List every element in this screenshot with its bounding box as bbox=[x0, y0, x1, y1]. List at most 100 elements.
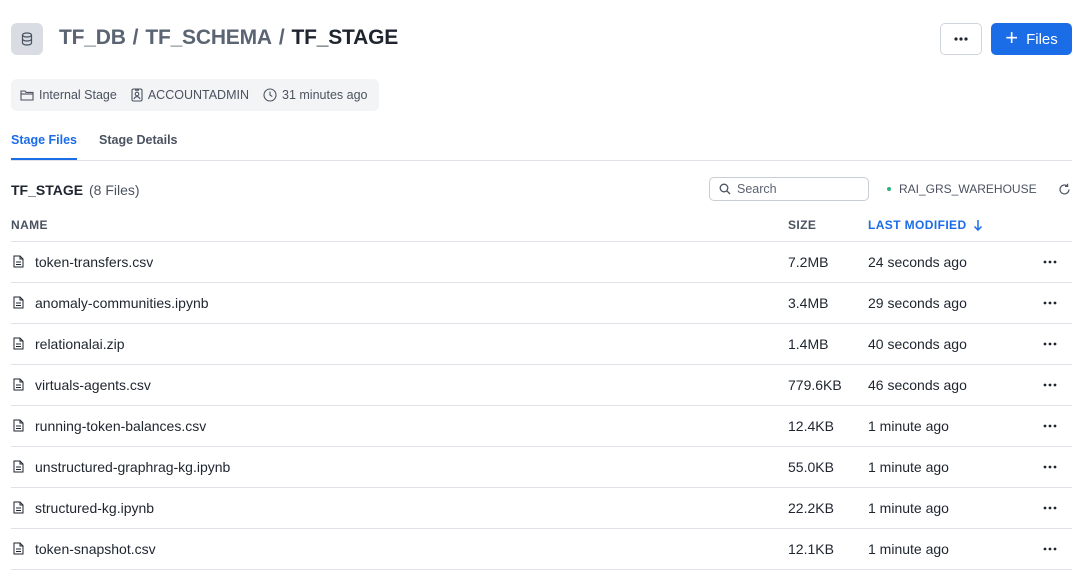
file-last-modified: 1 minute ago bbox=[868, 459, 949, 475]
ellipsis-icon bbox=[1043, 465, 1057, 469]
file-icon bbox=[13, 378, 24, 391]
file-name[interactable]: running-token-balances.csv bbox=[35, 418, 206, 434]
ellipsis-icon bbox=[1043, 547, 1057, 551]
plus-icon: + bbox=[1005, 25, 1019, 50]
refresh-icon bbox=[1058, 183, 1070, 195]
file-name[interactable]: anomaly-communities.ipynb bbox=[35, 295, 209, 311]
file-size: 7.2MB bbox=[788, 254, 829, 270]
column-header-name[interactable]: NAME bbox=[11, 218, 48, 232]
clock-icon bbox=[263, 88, 277, 102]
tab-stage-details[interactable]: Stage Details bbox=[99, 133, 178, 147]
file-last-modified: 1 minute ago bbox=[868, 418, 949, 434]
file-icon bbox=[13, 255, 24, 268]
row-actions-button[interactable] bbox=[1040, 377, 1060, 393]
stage-owner-label: ACCOUNTADMIN bbox=[147, 88, 249, 102]
tab-stage-files[interactable]: Stage Files bbox=[11, 133, 77, 160]
file-size: 779.6KB bbox=[788, 377, 842, 393]
stage-meta-bar: Internal Stage ACCOUNTADMIN 31 minutes a… bbox=[11, 79, 379, 111]
file-last-modified: 40 seconds ago bbox=[868, 336, 967, 352]
file-name[interactable]: structured-kg.ipynb bbox=[35, 500, 154, 516]
table-row[interactable]: relationalai.zip 1.4MB 40 seconds ago bbox=[11, 324, 1072, 365]
warehouse-status-dot bbox=[887, 187, 891, 191]
owner-badge-icon bbox=[131, 88, 143, 102]
ellipsis-icon bbox=[1043, 301, 1057, 305]
file-last-modified: 1 minute ago bbox=[868, 541, 949, 557]
breadcrumb: TF_DB / TF_SCHEMA / TF_STAGE bbox=[59, 26, 398, 50]
breadcrumb-schema[interactable]: TF_SCHEMA bbox=[145, 26, 272, 49]
file-size: 12.4KB bbox=[788, 418, 834, 434]
breadcrumb-separator: / bbox=[132, 26, 139, 49]
table-row[interactable]: virtuals-agents.csv 779.6KB 46 seconds a… bbox=[11, 365, 1072, 406]
breadcrumb-separator: / bbox=[278, 26, 285, 49]
sort-descending-icon bbox=[973, 220, 982, 231]
page-header: TF_DB / TF_SCHEMA / TF_STAGE + Files bbox=[11, 23, 1072, 55]
ellipsis-icon bbox=[1043, 424, 1057, 428]
table-row[interactable]: running-token-balances.csv 12.4KB 1 minu… bbox=[11, 406, 1072, 447]
refresh-button[interactable] bbox=[1056, 181, 1072, 197]
file-last-modified: 24 seconds ago bbox=[868, 254, 967, 270]
file-size: 12.1KB bbox=[788, 541, 834, 557]
add-files-button[interactable]: + Files bbox=[991, 23, 1072, 55]
stage-created: 31 minutes ago bbox=[263, 88, 367, 102]
row-actions-button[interactable] bbox=[1040, 500, 1060, 516]
file-name[interactable]: token-snapshot.csv bbox=[35, 541, 156, 557]
warehouse-name: RAI_GRS_WAREHOUSE bbox=[899, 182, 1037, 196]
ellipsis-icon bbox=[1043, 506, 1057, 510]
file-last-modified: 1 minute ago bbox=[868, 500, 949, 516]
files-table: NAME SIZE LAST MODIFIED token-transfers.… bbox=[11, 209, 1072, 570]
file-icon bbox=[13, 296, 24, 309]
file-name[interactable]: token-transfers.csv bbox=[35, 254, 153, 270]
file-icon bbox=[13, 337, 24, 350]
breadcrumb-stage: TF_STAGE bbox=[291, 26, 399, 49]
file-last-modified: 29 seconds ago bbox=[868, 295, 967, 311]
row-actions-button[interactable] bbox=[1040, 336, 1060, 352]
search-icon bbox=[719, 183, 731, 195]
add-files-label: Files bbox=[1026, 30, 1058, 48]
search-box[interactable] bbox=[709, 177, 869, 201]
ellipsis-icon bbox=[954, 37, 968, 41]
file-icon bbox=[13, 460, 24, 473]
file-name[interactable]: relationalai.zip bbox=[35, 336, 125, 352]
ellipsis-icon bbox=[1043, 342, 1057, 346]
row-actions-button[interactable] bbox=[1040, 418, 1060, 434]
row-actions-button[interactable] bbox=[1040, 541, 1060, 557]
stage-type: Internal Stage bbox=[20, 88, 117, 102]
folder-icon bbox=[20, 90, 34, 101]
file-name[interactable]: virtuals-agents.csv bbox=[35, 377, 151, 393]
table-row[interactable]: structured-kg.ipynb 22.2KB 1 minute ago bbox=[11, 488, 1072, 529]
column-header-last-modified[interactable]: LAST MODIFIED bbox=[868, 218, 983, 232]
row-actions-button[interactable] bbox=[1040, 459, 1060, 475]
stage-created-label: 31 minutes ago bbox=[282, 88, 368, 102]
file-icon bbox=[13, 501, 24, 514]
tab-bar: Stage Files Stage Details bbox=[11, 125, 1072, 161]
more-actions-button[interactable] bbox=[940, 23, 982, 55]
table-row[interactable]: unstructured-graphrag-kg.ipynb 55.0KB 1 … bbox=[11, 447, 1072, 488]
breadcrumb-db[interactable]: TF_DB bbox=[59, 26, 126, 49]
files-toolbar: TF_STAGE (8 Files) RAI_GRS_WAREHOUSE bbox=[11, 177, 1072, 202]
file-icon bbox=[13, 542, 24, 555]
table-row[interactable]: token-snapshot.csv 12.1KB 1 minute ago bbox=[11, 529, 1072, 570]
stage-type-label: Internal Stage bbox=[39, 88, 117, 102]
column-header-size[interactable]: SIZE bbox=[788, 218, 816, 232]
database-icon bbox=[11, 23, 43, 55]
search-input[interactable] bbox=[737, 182, 857, 196]
table-row[interactable]: anomaly-communities.ipynb 3.4MB 29 secon… bbox=[11, 283, 1072, 324]
column-header-last-modified-label: LAST MODIFIED bbox=[868, 218, 967, 232]
stage-files-title: TF_STAGE bbox=[11, 182, 84, 198]
row-actions-button[interactable] bbox=[1040, 295, 1060, 311]
table-row[interactable]: token-transfers.csv 7.2MB 24 seconds ago bbox=[11, 242, 1072, 283]
stage-owner: ACCOUNTADMIN bbox=[131, 88, 249, 102]
warehouse-selector[interactable]: RAI_GRS_WAREHOUSE bbox=[887, 182, 1037, 196]
file-count: (8 Files) bbox=[89, 182, 140, 198]
ellipsis-icon bbox=[1043, 260, 1057, 264]
table-header: NAME SIZE LAST MODIFIED bbox=[11, 209, 1072, 242]
row-actions-button[interactable] bbox=[1040, 254, 1060, 270]
ellipsis-icon bbox=[1043, 383, 1057, 387]
file-size: 1.4MB bbox=[788, 336, 829, 352]
table-body: token-transfers.csv 7.2MB 24 seconds ago… bbox=[11, 242, 1072, 570]
file-last-modified: 46 seconds ago bbox=[868, 377, 967, 393]
file-size: 22.2KB bbox=[788, 500, 834, 516]
file-icon bbox=[13, 419, 24, 432]
file-size: 55.0KB bbox=[788, 459, 834, 475]
file-name[interactable]: unstructured-graphrag-kg.ipynb bbox=[35, 459, 230, 475]
